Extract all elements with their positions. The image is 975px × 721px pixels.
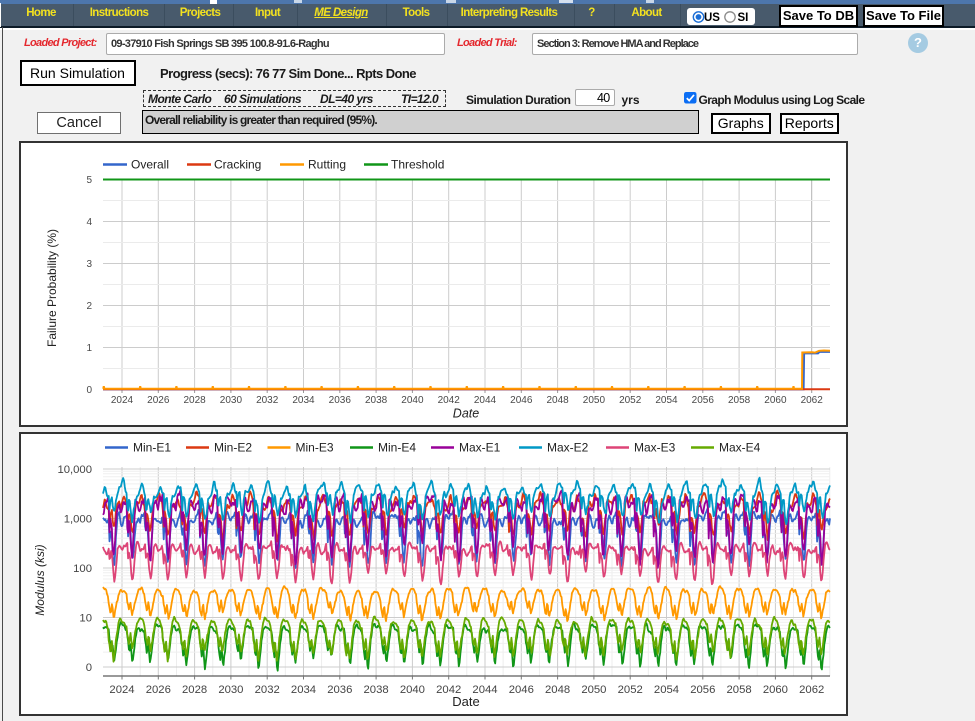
svg-text:2: 2 <box>86 301 92 312</box>
svg-text:2040: 2040 <box>400 684 425 696</box>
svg-text:2036: 2036 <box>327 684 352 696</box>
svg-text:2026: 2026 <box>147 395 170 406</box>
svg-text:2030: 2030 <box>218 684 243 696</box>
svg-text:Max-E3: Max-E3 <box>634 441 676 455</box>
svg-text:2040: 2040 <box>401 395 424 406</box>
svg-text:2060: 2060 <box>763 684 788 696</box>
svg-text:10,000: 10,000 <box>57 464 92 476</box>
svg-text:2058: 2058 <box>728 395 751 406</box>
svg-text:Min-E1: Min-E1 <box>133 441 171 455</box>
svg-text:2048: 2048 <box>546 395 569 406</box>
svg-text:2056: 2056 <box>690 684 715 696</box>
svg-text:0: 0 <box>86 662 92 674</box>
svg-text:Threshold: Threshold <box>391 158 444 172</box>
svg-text:2036: 2036 <box>329 395 352 406</box>
svg-text:Date: Date <box>453 407 479 421</box>
svg-text:Max-E2: Max-E2 <box>547 441 589 455</box>
svg-text:2048: 2048 <box>545 684 570 696</box>
svg-text:2032: 2032 <box>255 684 280 696</box>
svg-text:2038: 2038 <box>365 395 388 406</box>
svg-text:2062: 2062 <box>799 684 824 696</box>
svg-text:10: 10 <box>79 613 92 625</box>
svg-text:100: 100 <box>73 563 92 575</box>
svg-text:Failure Probability (%): Failure Probability (%) <box>45 229 59 347</box>
svg-text:2046: 2046 <box>509 684 534 696</box>
svg-text:2052: 2052 <box>618 684 643 696</box>
svg-text:5: 5 <box>86 175 92 186</box>
svg-text:Min-E4: Min-E4 <box>378 441 416 455</box>
svg-text:Min-E3: Min-E3 <box>296 441 334 455</box>
svg-text:Overall: Overall <box>131 158 169 172</box>
svg-text:2050: 2050 <box>583 395 606 406</box>
svg-text:2056: 2056 <box>692 395 715 406</box>
svg-text:2058: 2058 <box>727 684 752 696</box>
svg-text:Min-E2: Min-E2 <box>214 441 252 455</box>
svg-text:Max-E1: Max-E1 <box>459 441 501 455</box>
svg-text:2062: 2062 <box>801 395 824 406</box>
svg-text:2042: 2042 <box>438 395 461 406</box>
svg-text:2052: 2052 <box>619 395 642 406</box>
svg-text:2054: 2054 <box>654 684 679 696</box>
svg-text:Date: Date <box>452 694 479 709</box>
svg-text:2034: 2034 <box>291 684 316 696</box>
svg-text:Modulus (ksi): Modulus (ksi) <box>33 544 47 615</box>
svg-text:2050: 2050 <box>581 684 606 696</box>
svg-text:Max-E4: Max-E4 <box>719 441 761 455</box>
svg-text:1: 1 <box>86 343 92 354</box>
svg-text:2024: 2024 <box>111 395 134 406</box>
svg-text:2032: 2032 <box>256 395 279 406</box>
svg-text:2060: 2060 <box>764 395 787 406</box>
svg-text:2026: 2026 <box>146 684 171 696</box>
svg-text:2028: 2028 <box>182 684 207 696</box>
svg-text:0: 0 <box>86 385 92 396</box>
svg-text:3: 3 <box>86 259 92 270</box>
svg-text:Rutting: Rutting <box>308 158 346 172</box>
svg-text:2038: 2038 <box>364 684 389 696</box>
svg-text:2044: 2044 <box>474 395 497 406</box>
svg-text:1,000: 1,000 <box>64 514 92 526</box>
svg-text:Cracking: Cracking <box>214 158 261 172</box>
svg-text:2054: 2054 <box>655 395 678 406</box>
svg-text:2028: 2028 <box>183 395 206 406</box>
svg-text:2024: 2024 <box>109 684 134 696</box>
svg-text:2046: 2046 <box>510 395 533 406</box>
svg-text:2030: 2030 <box>220 395 243 406</box>
svg-text:2034: 2034 <box>292 395 315 406</box>
svg-text:4: 4 <box>86 217 92 228</box>
